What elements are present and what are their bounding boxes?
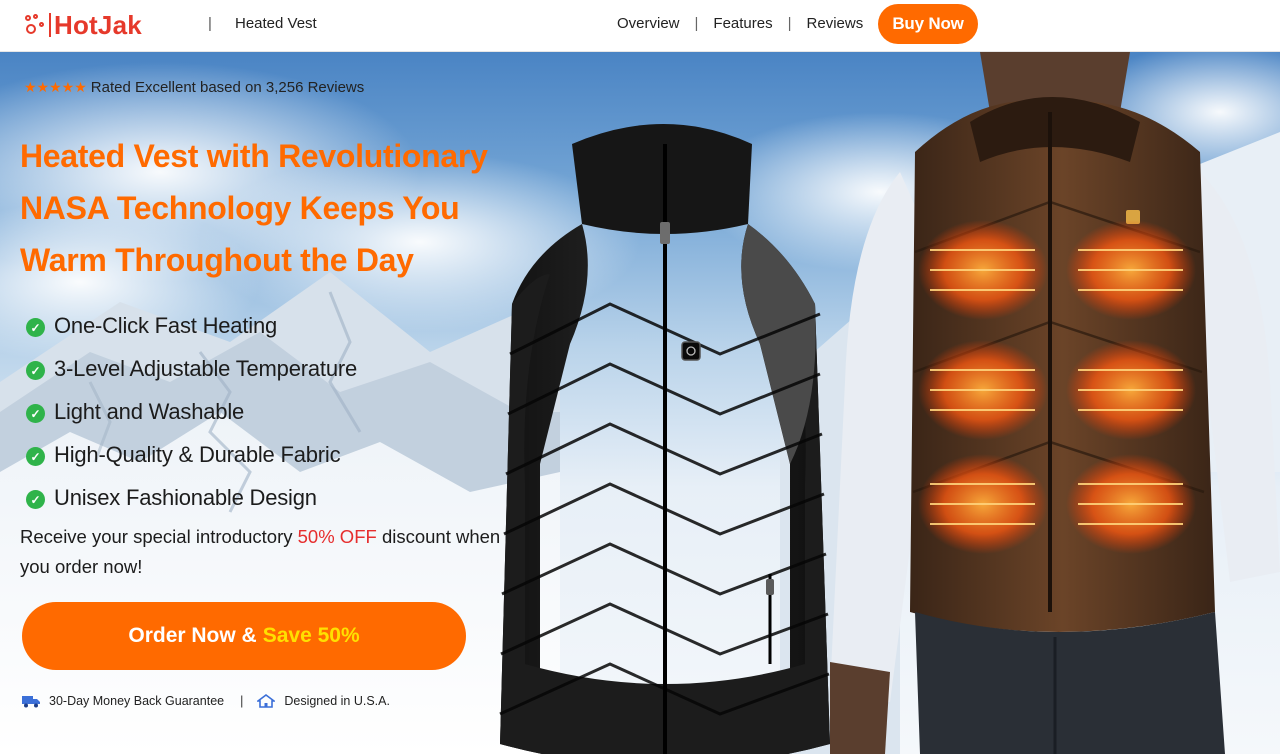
feature-list: ✓ One-Click Fast Heating ✓ 3-Level Adjus… xyxy=(26,304,357,519)
guarantee-divider: | xyxy=(240,694,244,708)
truck-icon xyxy=(22,696,40,708)
guarantee-strip: 30-Day Money Back Guarantee | Designed i… xyxy=(22,694,390,708)
nav-link-overview[interactable]: Overview xyxy=(617,15,680,32)
feature-text: 3-Level Adjustable Temperature xyxy=(54,355,358,381)
nav-link-features[interactable]: Features xyxy=(713,15,772,32)
order-now-button[interactable]: Order Now & Save 50% xyxy=(22,602,466,670)
model-wearing-heated-vest-image xyxy=(830,52,1280,754)
brand-name: HotJak xyxy=(54,9,142,40)
header-divider: | xyxy=(208,15,212,32)
headline-line: Heated Vest with Revolutionary xyxy=(20,138,488,174)
order-now-label: Order Now & xyxy=(128,624,257,647)
check-circle-icon: ✓ xyxy=(26,361,45,380)
discount-highlight: 50% OFF xyxy=(297,526,377,547)
feature-item: ✓ Unisex Fashionable Design xyxy=(26,476,357,519)
feature-item: ✓ One-Click Fast Heating xyxy=(26,304,357,347)
feature-item: ✓ High-Quality & Durable Fabric xyxy=(26,433,357,476)
site-header: HotJak | Heated Vest Overview | Features… xyxy=(0,0,1280,52)
brand-logo[interactable]: HotJak xyxy=(22,10,142,40)
headline-line: Warm Throughout the Day xyxy=(20,242,414,278)
save-label: Save 50% xyxy=(262,624,360,647)
home-icon xyxy=(257,694,276,708)
hero-section: ★★★★★ Rated Excellent based on 3,256 Rev… xyxy=(0,52,1280,754)
guarantee-designed-usa: Designed in U.S.A. xyxy=(284,694,390,708)
guarantee-money-back: 30-Day Money Back Guarantee xyxy=(49,694,225,708)
promo-text-before: Receive your special introductory xyxy=(20,526,298,547)
logo-divider xyxy=(49,13,51,37)
promo-text: Receive your special introductory 50% OF… xyxy=(20,522,520,582)
feature-text: One-Click Fast Heating xyxy=(54,312,278,338)
hero-headline: Heated Vest with Revolutionary NASA Tech… xyxy=(20,130,520,286)
nav-divider: | xyxy=(694,15,699,32)
rating-text: Rated Excellent based on 3,256 Reviews xyxy=(90,79,365,96)
nav-divider: | xyxy=(787,15,792,32)
buy-now-button[interactable]: Buy Now xyxy=(878,4,978,44)
black-heated-vest-image xyxy=(499,124,830,754)
feature-text: High-Quality & Durable Fabric xyxy=(54,441,341,467)
feature-item: ✓ 3-Level Adjustable Temperature xyxy=(26,347,357,390)
feature-text: Light and Washable xyxy=(54,398,245,424)
feature-item: ✓ Light and Washable xyxy=(26,390,357,433)
product-name: Heated Vest xyxy=(235,15,317,32)
rating-summary: ★★★★★ Rated Excellent based on 3,256 Rev… xyxy=(24,79,364,96)
main-nav: Overview | Features | Reviews xyxy=(617,15,863,32)
five-stars-icon: ★★★★★ xyxy=(24,79,87,95)
check-circle-icon: ✓ xyxy=(26,490,45,509)
nav-link-reviews[interactable]: Reviews xyxy=(807,15,864,32)
check-circle-icon: ✓ xyxy=(26,404,45,423)
check-circle-icon: ✓ xyxy=(26,447,45,466)
logo-mark-icon xyxy=(22,13,46,37)
feature-text: Unisex Fashionable Design xyxy=(54,484,317,510)
headline-line: NASA Technology Keeps You xyxy=(20,190,460,226)
check-circle-icon: ✓ xyxy=(26,318,45,337)
